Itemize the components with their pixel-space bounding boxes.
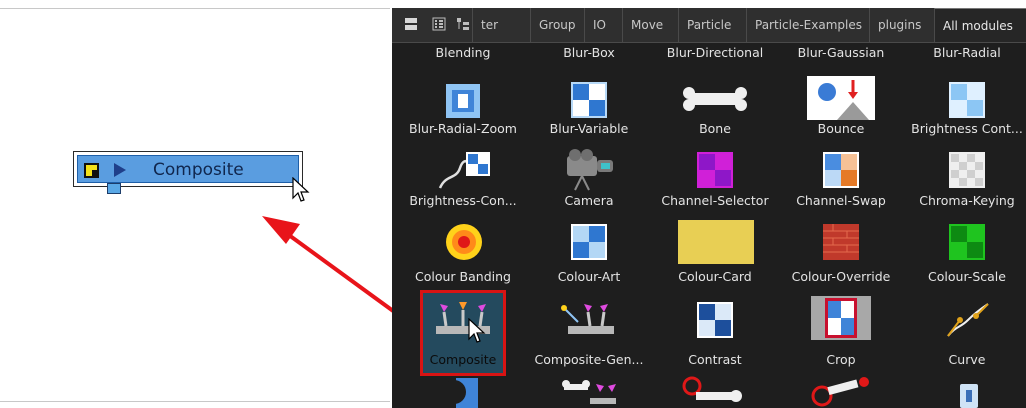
- module-composite-generic[interactable]: Composite-Gen...: [530, 292, 648, 368]
- module-library-panel: ter Group IO Move Particle Particle-Exam…: [392, 8, 1026, 408]
- colour-art-icon: [571, 224, 607, 260]
- view-large-icons-icon[interactable]: [404, 17, 418, 31]
- tab-group[interactable]: Group: [530, 8, 584, 42]
- module-colour-scale[interactable]: Colour-Scale: [908, 216, 1026, 288]
- module-camera[interactable]: Camera: [530, 144, 648, 212]
- crop-icon: [811, 296, 871, 340]
- tab-io[interactable]: IO: [584, 8, 622, 42]
- module-colour-banding[interactable]: Colour Banding: [404, 216, 522, 288]
- contrast-icon: [697, 302, 733, 338]
- tab-particle-examples[interactable]: Particle-Examples: [746, 8, 869, 42]
- module-partial-5-icon: [960, 384, 978, 408]
- module-chroma-keying[interactable]: Chroma-Keying: [908, 144, 1026, 212]
- module-partial-1-icon: [442, 378, 478, 408]
- colour-scale-icon: [949, 224, 985, 260]
- blur-variable-icon: [571, 82, 607, 118]
- module-partial-2-icon: [562, 380, 616, 404]
- composite-generic-icon: [561, 304, 614, 334]
- module-blur-gaussian[interactable]: Blur-Gaussian: [782, 42, 900, 72]
- panel-mouse-cursor-icon: [468, 318, 486, 343]
- module-blur-directional[interactable]: Blur-Directional: [656, 42, 774, 72]
- module-blur-radial-zoom[interactable]: Blur-Radial-Zoom: [404, 74, 522, 140]
- colour-banding-icon: [446, 224, 482, 260]
- module-blur-box[interactable]: Blur-Box: [530, 42, 648, 72]
- module-partial-3-icon: [682, 376, 742, 402]
- tab-filter[interactable]: ter: [472, 8, 530, 42]
- blur-radial-zoom-icon: [446, 84, 480, 118]
- module-brightness-con[interactable]: Brightness-Con...: [404, 144, 522, 212]
- colour-card-icon: [678, 220, 754, 264]
- view-tree-icon[interactable]: [456, 17, 470, 31]
- module-colour-card[interactable]: Colour-Card: [656, 216, 774, 288]
- view-list-icon[interactable]: [432, 17, 446, 31]
- curve-icon: [947, 303, 989, 337]
- module-blur-radial[interactable]: Blur-Radial: [908, 42, 1026, 72]
- module-crop[interactable]: Crop: [782, 292, 900, 368]
- module-tab-bar: ter Group IO Move Particle Particle-Exam…: [392, 8, 1026, 43]
- tab-move[interactable]: Move: [622, 8, 678, 42]
- module-channel-selector[interactable]: Channel-Selector: [656, 144, 774, 212]
- module-colour-override[interactable]: Colour-Override: [782, 216, 900, 288]
- brightness-curve-icon: [438, 152, 490, 189]
- module-bounce[interactable]: Bounce: [782, 74, 900, 140]
- tab-plugins[interactable]: plugins: [869, 8, 934, 42]
- tab-particle[interactable]: Particle: [678, 8, 746, 42]
- module-bone[interactable]: Bone: [656, 74, 774, 140]
- module-colour-art[interactable]: Colour-Art: [530, 216, 648, 288]
- module-composite[interactable]: Composite: [404, 292, 522, 368]
- module-partial-4-icon: [811, 377, 869, 407]
- module-blending[interactable]: Blending: [404, 42, 522, 72]
- channel-selector-icon: [697, 152, 733, 188]
- bone-icon: [683, 87, 747, 111]
- channel-swap-icon: [823, 152, 859, 188]
- camera-icon: [567, 149, 613, 191]
- module-curve[interactable]: Curve: [908, 292, 1026, 368]
- brightness-contrast-icon: [949, 82, 985, 118]
- module-blur-variable[interactable]: Blur-Variable: [530, 74, 648, 140]
- module-brightness-contrast[interactable]: Brightness Cont...: [908, 74, 1026, 140]
- tab-all-modules[interactable]: All modules: [934, 8, 1026, 42]
- module-channel-swap[interactable]: Channel-Swap: [782, 144, 900, 212]
- module-contrast[interactable]: Contrast: [656, 292, 774, 368]
- colour-override-icon: [823, 224, 859, 260]
- chroma-keying-icon: [949, 152, 985, 188]
- bounce-icon: [807, 76, 875, 120]
